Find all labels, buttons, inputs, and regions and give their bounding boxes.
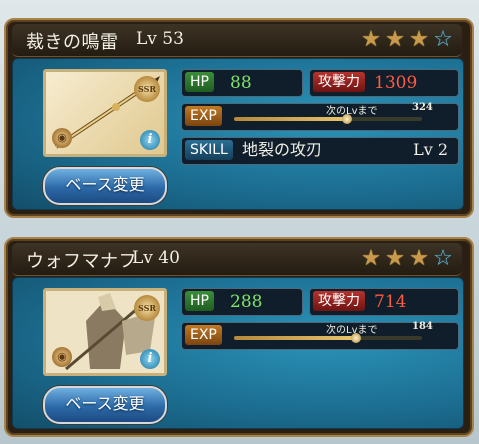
hp-row: HP 88 bbox=[181, 69, 303, 97]
exp-row: EXP 次のLvまで 184 bbox=[181, 321, 459, 350]
summon-thumbnail[interactable]: SSR ◉ i bbox=[43, 288, 167, 376]
rank-stars: ★ ★ ★ ☆ bbox=[360, 29, 454, 51]
rarity-badge: SSR bbox=[134, 76, 160, 102]
card-level: Lv 53 bbox=[136, 29, 184, 49]
skill-label: SKILL bbox=[185, 140, 233, 160]
star-filled-icon: ★ bbox=[385, 27, 405, 52]
summon-card: ウォフマナフ Lv 40 ★ ★ ★ ☆ SSR ◉ i ベース変更 HP 28… bbox=[4, 237, 474, 437]
base-change-button[interactable]: ベース変更 bbox=[43, 167, 167, 205]
atk-row: 攻撃力 1309 bbox=[309, 69, 459, 97]
exp-next-value: 184 bbox=[412, 321, 433, 332]
base-change-button[interactable]: ベース変更 bbox=[43, 386, 167, 424]
star-filled-icon: ★ bbox=[409, 27, 429, 52]
star-filled-icon: ★ bbox=[409, 246, 429, 271]
hp-label: HP bbox=[185, 291, 214, 311]
earth-icon: ◉ bbox=[52, 128, 72, 148]
star-empty-icon: ☆ bbox=[433, 27, 453, 52]
star-empty-icon: ☆ bbox=[433, 246, 453, 271]
atk-value: 1309 bbox=[374, 73, 418, 93]
card-name: 裁きの鳴雷 bbox=[26, 32, 119, 53]
skill-name: 地裂の攻刃 bbox=[242, 140, 323, 159]
star-filled-icon: ★ bbox=[385, 246, 405, 271]
exp-progress-knob bbox=[341, 114, 352, 124]
hp-value: 288 bbox=[230, 292, 263, 312]
atk-value: 714 bbox=[374, 292, 407, 312]
exp-progress-fill bbox=[234, 117, 347, 121]
exp-row: EXP 次のLvまで 324 bbox=[181, 102, 459, 131]
skill-level: Lv 2 bbox=[413, 140, 448, 159]
atk-label: 攻撃力 bbox=[313, 72, 365, 92]
star-filled-icon: ★ bbox=[361, 246, 381, 271]
weapon-card: 裁きの鳴雷 Lv 53 ★ ★ ★ ☆ SSR ◉ i ベース変更 HP 88 bbox=[4, 18, 474, 218]
rank-stars: ★ ★ ★ ☆ bbox=[360, 248, 454, 270]
exp-progress-bar bbox=[234, 333, 422, 343]
exp-label: EXP bbox=[185, 106, 222, 126]
card-header: ウォフマナフ Lv 40 ★ ★ ★ ☆ bbox=[12, 243, 462, 276]
card-body: SSR ◉ i ベース変更 HP 288 攻撃力 714 EXP 次のLvまで … bbox=[12, 277, 464, 429]
star-filled-icon: ★ bbox=[361, 27, 381, 52]
info-icon[interactable]: i bbox=[140, 130, 160, 150]
weapon-thumbnail[interactable]: SSR ◉ i bbox=[43, 69, 167, 157]
info-icon[interactable]: i bbox=[140, 349, 160, 369]
card-header: 裁きの鳴雷 Lv 53 ★ ★ ★ ☆ bbox=[12, 24, 462, 57]
rarity-badge: SSR bbox=[134, 295, 160, 321]
skill-row: SKILL 地裂の攻刃 Lv 2 bbox=[181, 137, 459, 165]
exp-next-value: 324 bbox=[412, 102, 433, 113]
exp-label: EXP bbox=[185, 325, 222, 345]
hp-label: HP bbox=[185, 72, 214, 92]
exp-progress-fill bbox=[234, 336, 357, 340]
earth-icon: ◉ bbox=[52, 347, 72, 367]
hp-row: HP 288 bbox=[181, 288, 303, 316]
card-body: SSR ◉ i ベース変更 HP 88 攻撃力 1309 EXP 次のLvまで … bbox=[12, 58, 464, 210]
exp-progress-knob bbox=[351, 333, 362, 343]
card-level: Lv 40 bbox=[132, 248, 180, 268]
atk-label: 攻撃力 bbox=[313, 291, 365, 311]
exp-progress-bar bbox=[234, 114, 422, 124]
hp-value: 88 bbox=[230, 73, 252, 93]
card-name: ウォフマナフ bbox=[26, 251, 137, 272]
atk-row: 攻撃力 714 bbox=[309, 288, 459, 316]
exp-next-label: 次のLvまで bbox=[326, 106, 378, 117]
